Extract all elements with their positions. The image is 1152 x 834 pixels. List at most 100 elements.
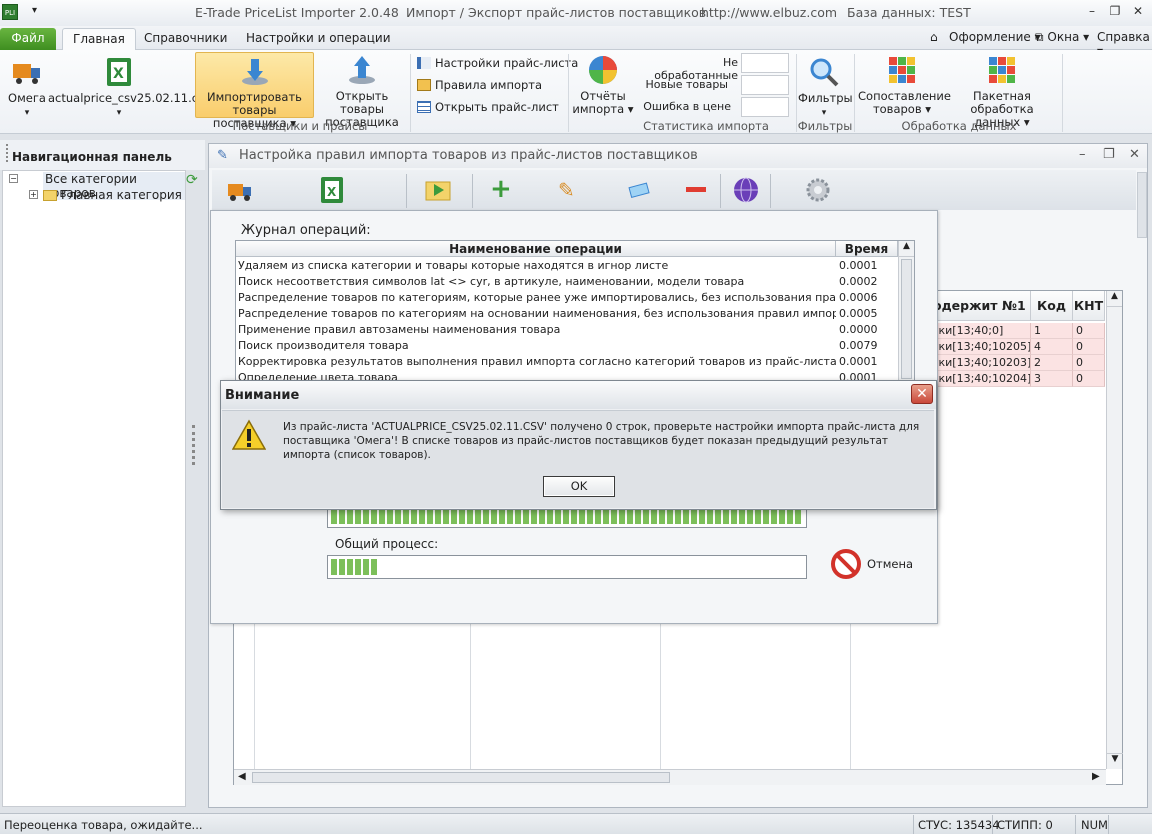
restore-button[interactable]: ❐ — [1107, 4, 1123, 18]
grid-cell[interactable]: 0 — [1073, 355, 1105, 371]
grid-header-code[interactable]: Код — [1031, 291, 1073, 321]
alert-message: Из прайс-листа 'ACTUALPRICE_CSV25.02.11.… — [283, 421, 920, 461]
grid-cell[interactable]: 2 — [1031, 355, 1073, 371]
splitter-grip[interactable] — [192, 425, 196, 465]
tree-item-main-category[interactable]: Главная категория — [61, 188, 182, 202]
category-tree: − Все категории товаров + Главная катего… — [2, 170, 186, 807]
tag-icon[interactable] — [626, 176, 654, 204]
matching-label-1: Сопоставление — [858, 89, 951, 103]
group-processing-label: Обработка данных — [901, 119, 1017, 133]
folder-import-icon[interactable] — [424, 176, 452, 204]
log-row: Применение правил автозамены наименовани… — [238, 323, 878, 336]
database-label: База данных: TEST — [847, 5, 971, 20]
total-process-label: Общий процесс: — [335, 537, 439, 551]
grid-cell[interactable]: 4 — [1031, 339, 1073, 355]
pricelist-settings-label: Настройки прайс-листа — [435, 56, 579, 70]
help-label: Справка — [1097, 30, 1150, 44]
tree-collapse-icon[interactable]: − — [9, 174, 18, 183]
batch-processing-button[interactable]: Пакетная обработка данных ▾ — [946, 54, 1058, 129]
total-progress-bar — [327, 555, 807, 579]
nav-panel-header: Навигационная панель — [0, 140, 205, 170]
gear-icon[interactable] — [804, 176, 832, 204]
nav-grip-icon[interactable] — [6, 144, 8, 162]
alert-titlebar: Внимание — [221, 381, 936, 409]
mdi-close-button[interactable]: ✕ — [1129, 147, 1140, 162]
rubik-cube-icon — [886, 54, 918, 86]
mdi-minimize-button[interactable]: – — [1079, 147, 1086, 162]
step-progress-fill — [331, 508, 803, 524]
import-icon — [239, 55, 271, 87]
goods-matching-button[interactable]: Сопоставление товаров ▾ — [858, 54, 951, 116]
settings-list-icon — [417, 57, 431, 69]
open-pricelist-button[interactable]: Открыть прайс-лист — [417, 98, 559, 116]
grid-cell[interactable]: уки[13;40;10205] — [929, 339, 1031, 355]
alert-close-button[interactable]: ✕ — [911, 384, 933, 404]
grid-cell[interactable]: 3 — [1031, 371, 1073, 387]
rules-icon — [417, 79, 431, 91]
open-goods-icon — [346, 54, 378, 86]
tree-expand-icon[interactable]: + — [29, 190, 38, 199]
grid-cell[interactable]: 0 — [1073, 323, 1105, 339]
close-button[interactable]: ✕ — [1130, 4, 1146, 18]
minimize-button[interactable]: – — [1084, 4, 1100, 18]
grid-cell[interactable]: 0 — [1073, 371, 1105, 387]
truck-icon[interactable] — [226, 176, 254, 204]
windows-menu[interactable]: ⧉ Окна ▾ — [1035, 30, 1089, 45]
stat-new-label: Новые товары — [645, 78, 728, 91]
add-icon[interactable]: + — [490, 176, 518, 204]
tab-settings[interactable]: Настройки и операции — [236, 28, 401, 50]
globe-icon[interactable] — [732, 176, 760, 204]
refresh-icon[interactable]: ⟳ — [186, 172, 202, 188]
stop-icon — [831, 549, 861, 579]
excel-icon[interactable]: X — [318, 176, 346, 204]
cancel-label: Отмена — [867, 557, 914, 571]
price-file-button[interactable]: X actualprice_csv25.02.11.csv ▾ — [48, 56, 211, 120]
windows-label: Окна — [1047, 30, 1080, 44]
tab-home[interactable]: Главная — [62, 28, 136, 50]
remove-icon[interactable] — [682, 176, 710, 204]
import-supplier-goods-button[interactable]: Импортировать товары поставщика ▾ — [195, 52, 314, 130]
grid-cell[interactable]: уки[13;40;0] — [929, 323, 1031, 339]
mdi-restore-button[interactable]: ❐ — [1103, 147, 1115, 162]
ok-button[interactable]: OK — [543, 476, 615, 497]
status-message: Переоценка товара, ожидайте... — [4, 818, 203, 832]
open-supplier-goods-button[interactable]: Открыть товары поставщика — [316, 54, 408, 129]
pricelist-settings-button[interactable]: Настройки прайс-листа — [417, 54, 578, 72]
rules-toolbar: X + ✎ — [212, 170, 1136, 210]
grid-cell[interactable]: уки[13;40;10203] — [929, 355, 1031, 371]
log-col-name[interactable]: Наименование операции — [236, 241, 836, 257]
tab-directories[interactable]: Справочники — [134, 28, 237, 50]
log-row: Удаляем из списка категории и товары кот… — [238, 259, 878, 272]
quick-access-menu-icon[interactable]: ▾ — [32, 5, 37, 16]
total-progress-fill — [331, 559, 378, 575]
grid-cell[interactable]: уки[13;40;10204] — [929, 371, 1031, 387]
collapse-ribbon-icon[interactable]: ⌂ — [930, 30, 938, 44]
import-reports-button[interactable]: Отчёты импорта ▾ — [572, 54, 634, 116]
supplier-omega-button[interactable]: Омега ▾ — [6, 56, 48, 120]
stat-unprocessed-value — [741, 53, 789, 73]
edit-icon[interactable]: ✎ — [558, 176, 586, 204]
reports-label-2: импорта — [572, 102, 625, 116]
cancel-button[interactable]: Отмена — [830, 548, 950, 580]
grid-cell[interactable]: 0 — [1073, 339, 1105, 355]
filters-button[interactable]: Фильтры ▾ — [798, 56, 853, 120]
appearance-menu[interactable]: Оформление ▾ — [949, 30, 1041, 44]
app-logo-icon[interactable]: PLI — [2, 4, 18, 20]
scroll-thumb[interactable] — [252, 772, 670, 783]
toolbar-scroll[interactable] — [1137, 172, 1147, 238]
stat-price-error-label: Ошибка в цене — [643, 100, 731, 113]
excel-icon: X — [103, 56, 135, 88]
title-bar: PLI ▾ E-Trade PriceList Importer 2.0.48 … — [0, 0, 1152, 26]
grid-horizontal-scrollbar[interactable]: ◀ ▶ — [234, 769, 1106, 785]
grid-header-knt[interactable]: КНТ — [1073, 291, 1105, 321]
grid-cell[interactable]: 1 — [1031, 323, 1073, 339]
log-col-time[interactable]: Время — [836, 241, 898, 257]
grid-vertical-scrollbar[interactable]: ▲ ▼ — [1106, 291, 1123, 769]
ribbon-tabs: Файл Главная Справочники Настройки и опе… — [0, 26, 1152, 58]
import-rules-button[interactable]: Правила импорта — [417, 76, 542, 94]
group-stats-label: Статистика импорта — [643, 119, 769, 133]
operations-log-table: Наименование операции Время ▲ Удаляем из… — [235, 240, 915, 382]
grid-header-contains[interactable]: одержит №1 — [929, 291, 1031, 321]
tab-file[interactable]: Файл — [0, 28, 56, 50]
log-scrollbar[interactable]: ▲ — [898, 241, 914, 381]
